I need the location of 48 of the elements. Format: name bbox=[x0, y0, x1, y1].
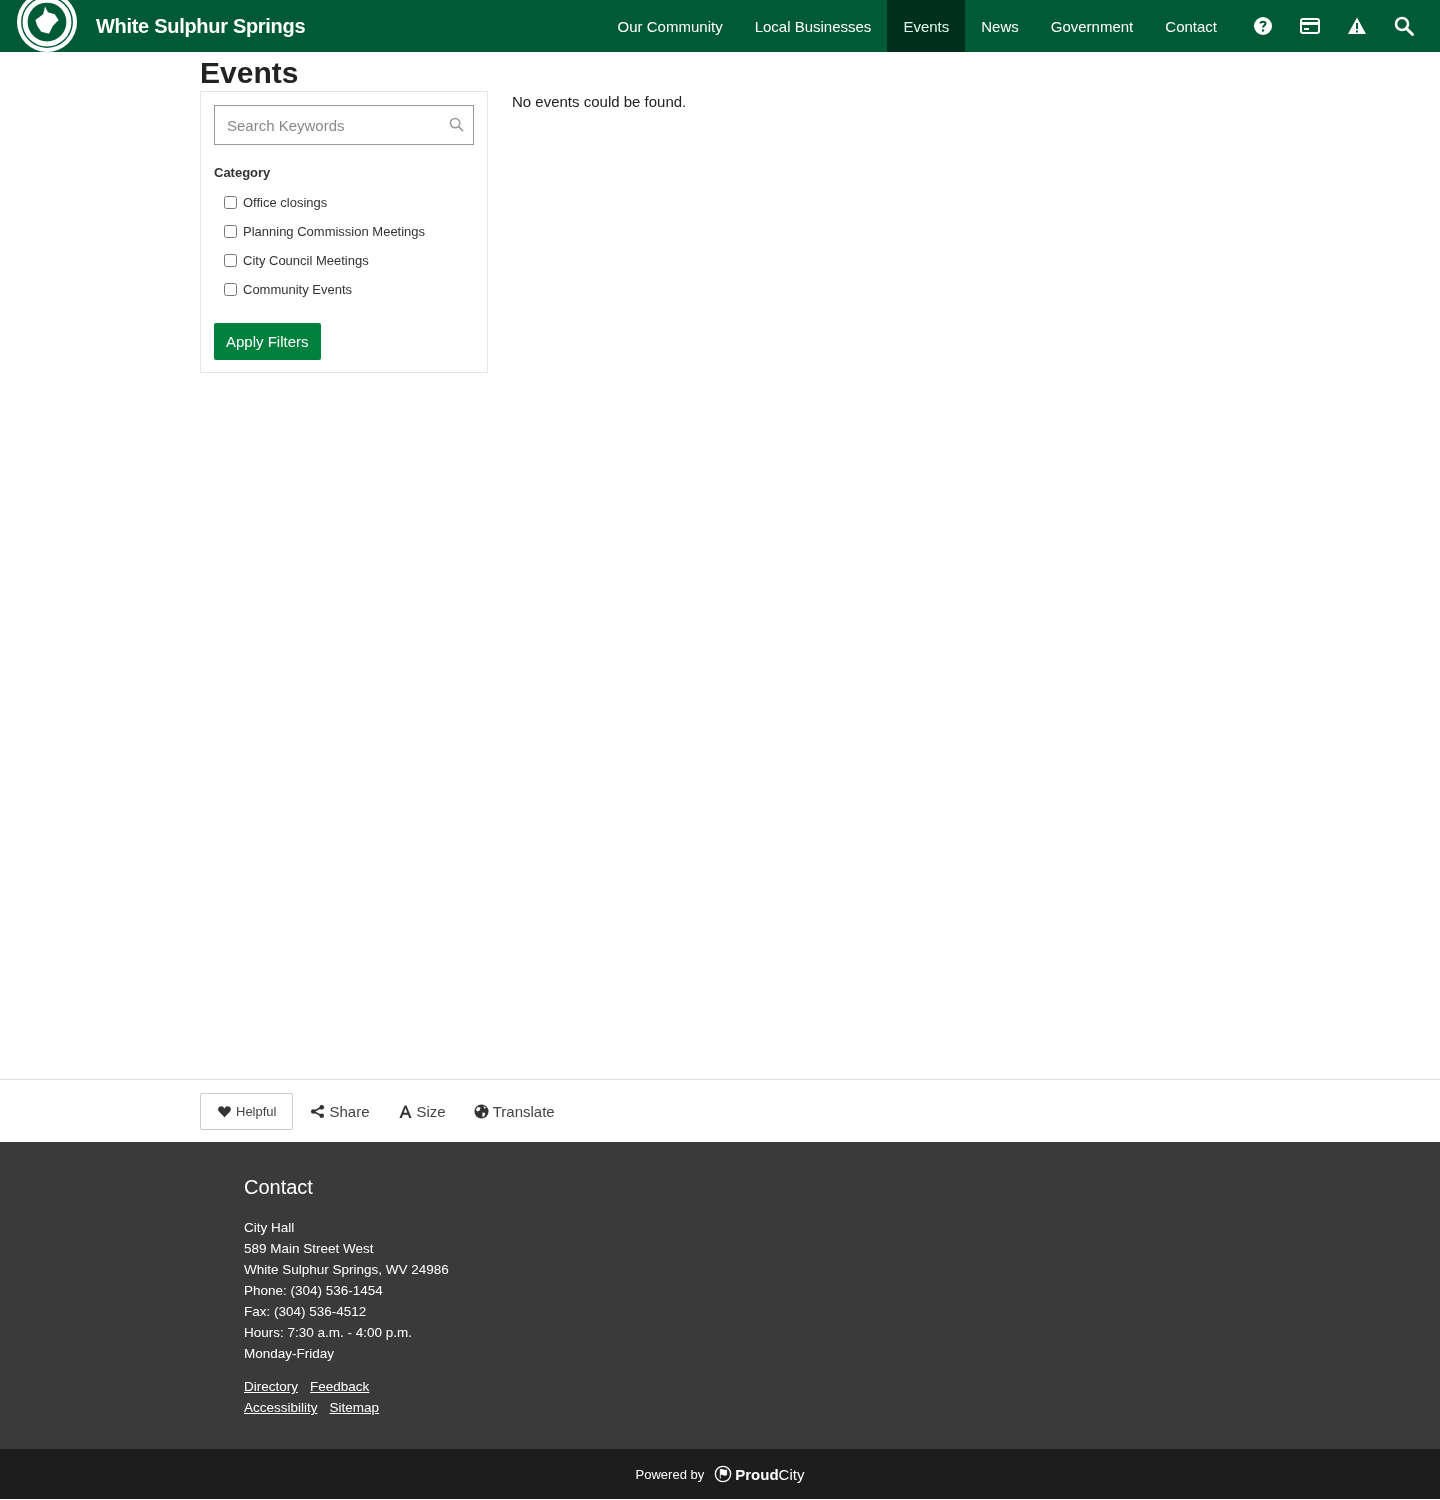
contact-line: White Sulphur Springs, WV 24986 bbox=[244, 1261, 450, 1279]
share-icon bbox=[310, 1103, 326, 1119]
category-option-label[interactable]: Community Events bbox=[243, 281, 353, 297]
category-option-label[interactable]: City Council Meetings bbox=[243, 252, 369, 268]
category-label: Category bbox=[214, 165, 272, 180]
footer-link[interactable]: Directory bbox=[244, 1376, 298, 1397]
size-button[interactable]: Size bbox=[386, 1092, 457, 1130]
apply-filters-button[interactable]: Apply Filters bbox=[214, 323, 321, 360]
footer-heading: Contact bbox=[244, 1176, 314, 1199]
search-field[interactable]: Search Keywords bbox=[214, 105, 474, 145]
category-option-label[interactable]: Office closings bbox=[243, 194, 328, 210]
nav-link[interactable]: News bbox=[965, 0, 1035, 52]
nav-link[interactable]: Events bbox=[887, 0, 966, 52]
footer-link[interactable]: Feedback bbox=[310, 1376, 370, 1397]
globe-icon bbox=[473, 1103, 489, 1119]
checkbox[interactable] bbox=[224, 282, 237, 296]
help-icon[interactable] bbox=[1253, 16, 1273, 36]
font-size-icon bbox=[397, 1103, 413, 1119]
site-title[interactable]: White Sulphur Springs bbox=[96, 14, 306, 38]
share-button[interactable]: Share bbox=[299, 1092, 381, 1130]
contact-line: City Hall bbox=[244, 1219, 296, 1237]
category-option-label[interactable]: Planning Commission Meetings bbox=[243, 223, 426, 239]
footer-link[interactable]: Accessibility bbox=[244, 1397, 318, 1418]
contact-line: Phone: (304) 536-1454 bbox=[244, 1282, 384, 1300]
contact-line: Monday-Friday bbox=[244, 1345, 336, 1363]
checkbox[interactable] bbox=[224, 224, 237, 238]
contact-line: 589 Main Street West bbox=[244, 1240, 375, 1258]
heart-icon bbox=[217, 1103, 232, 1119]
nav-link[interactable]: Government bbox=[1034, 0, 1150, 52]
helpful-button[interactable]: Helpful bbox=[200, 1092, 294, 1130]
page-title: Events bbox=[200, 55, 300, 91]
nav-link[interactable]: Our Community bbox=[601, 0, 739, 52]
search-icon[interactable] bbox=[1394, 16, 1414, 36]
contact-line: Fax: (304) 536-4512 bbox=[244, 1303, 368, 1321]
no-results-message: No events could be found. bbox=[512, 93, 687, 112]
checkbox[interactable] bbox=[224, 253, 237, 267]
powered-by-label: Powered by bbox=[635, 1466, 705, 1482]
contact-line: Hours: 7:30 a.m. - 4:00 p.m. bbox=[244, 1324, 414, 1342]
translate-button[interactable]: Translate bbox=[462, 1092, 566, 1130]
nav-link[interactable]: Contact bbox=[1149, 0, 1233, 52]
checkbox[interactable] bbox=[224, 195, 237, 209]
city-seal-logo[interactable] bbox=[16, 0, 78, 53]
flag-logo-icon bbox=[714, 1465, 733, 1483]
nav-link[interactable]: Local Businesses bbox=[738, 0, 888, 52]
credit-card-icon[interactable] bbox=[1300, 16, 1320, 36]
warning-icon[interactable] bbox=[1347, 16, 1367, 36]
proudcity-logo-text[interactable]: ProudCity bbox=[735, 1465, 805, 1483]
footer-link[interactable]: Sitemap bbox=[329, 1397, 380, 1418]
